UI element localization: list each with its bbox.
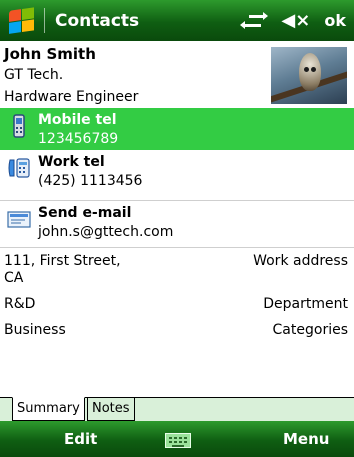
tab-notes[interactable]: Notes (87, 397, 135, 421)
detail-department[interactable]: R&D Department (0, 296, 354, 314)
action-value: 123456789 (38, 131, 119, 147)
detail-key: Categories (272, 322, 348, 338)
contact-name: John Smith (4, 45, 96, 63)
tab-strip: Summary Notes (0, 397, 354, 422)
action-label: Mobile tel (38, 112, 117, 128)
title-separator (44, 8, 45, 33)
edit-softkey[interactable]: Edit (64, 430, 97, 448)
detail-key: Work address (253, 253, 348, 269)
detail-value-line: CA (4, 270, 24, 286)
title-bar: Contacts ◀× ok (0, 0, 354, 41)
mobile-phone-icon (13, 114, 25, 138)
detail-categories[interactable]: Business Categories (0, 322, 354, 340)
contact-company: GT Tech. (4, 67, 64, 83)
detail-value-line: 111, First Street, (4, 253, 121, 269)
app-title: Contacts (55, 10, 140, 31)
detail-value: Business (4, 322, 66, 338)
tab-summary[interactable]: Summary (12, 397, 85, 421)
contact-job-title: Hardware Engineer (4, 89, 139, 105)
volume-muted-icon[interactable]: ◀× (281, 11, 310, 30)
action-label: Work tel (38, 154, 105, 170)
softkey-bar: Edit Menu (0, 421, 354, 457)
start-button[interactable] (0, 0, 44, 41)
work-phone-icon (8, 158, 30, 178)
action-value: (425) 1113456 (38, 173, 143, 189)
action-mobile-tel[interactable]: Mobile tel 123456789 (0, 108, 354, 150)
action-work-tel[interactable]: Work tel (425) 1113456 (0, 150, 354, 201)
contact-photo[interactable] (271, 47, 347, 104)
windows-flag-icon (9, 6, 35, 35)
ok-button[interactable]: ok (324, 11, 346, 30)
menu-softkey[interactable]: Menu (283, 430, 329, 448)
email-icon (7, 211, 31, 228)
detail-value: R&D (4, 296, 36, 312)
keyboard-icon[interactable] (165, 433, 191, 448)
detail-work-address[interactable]: 111, First Street, CA Work address (0, 253, 354, 289)
action-value: john.s@gttech.com (38, 224, 174, 240)
connectivity-icon[interactable] (240, 11, 269, 30)
action-label: Send e-mail (38, 205, 132, 221)
action-send-email[interactable]: Send e-mail john.s@gttech.com (0, 201, 354, 248)
detail-key: Department (263, 296, 348, 312)
